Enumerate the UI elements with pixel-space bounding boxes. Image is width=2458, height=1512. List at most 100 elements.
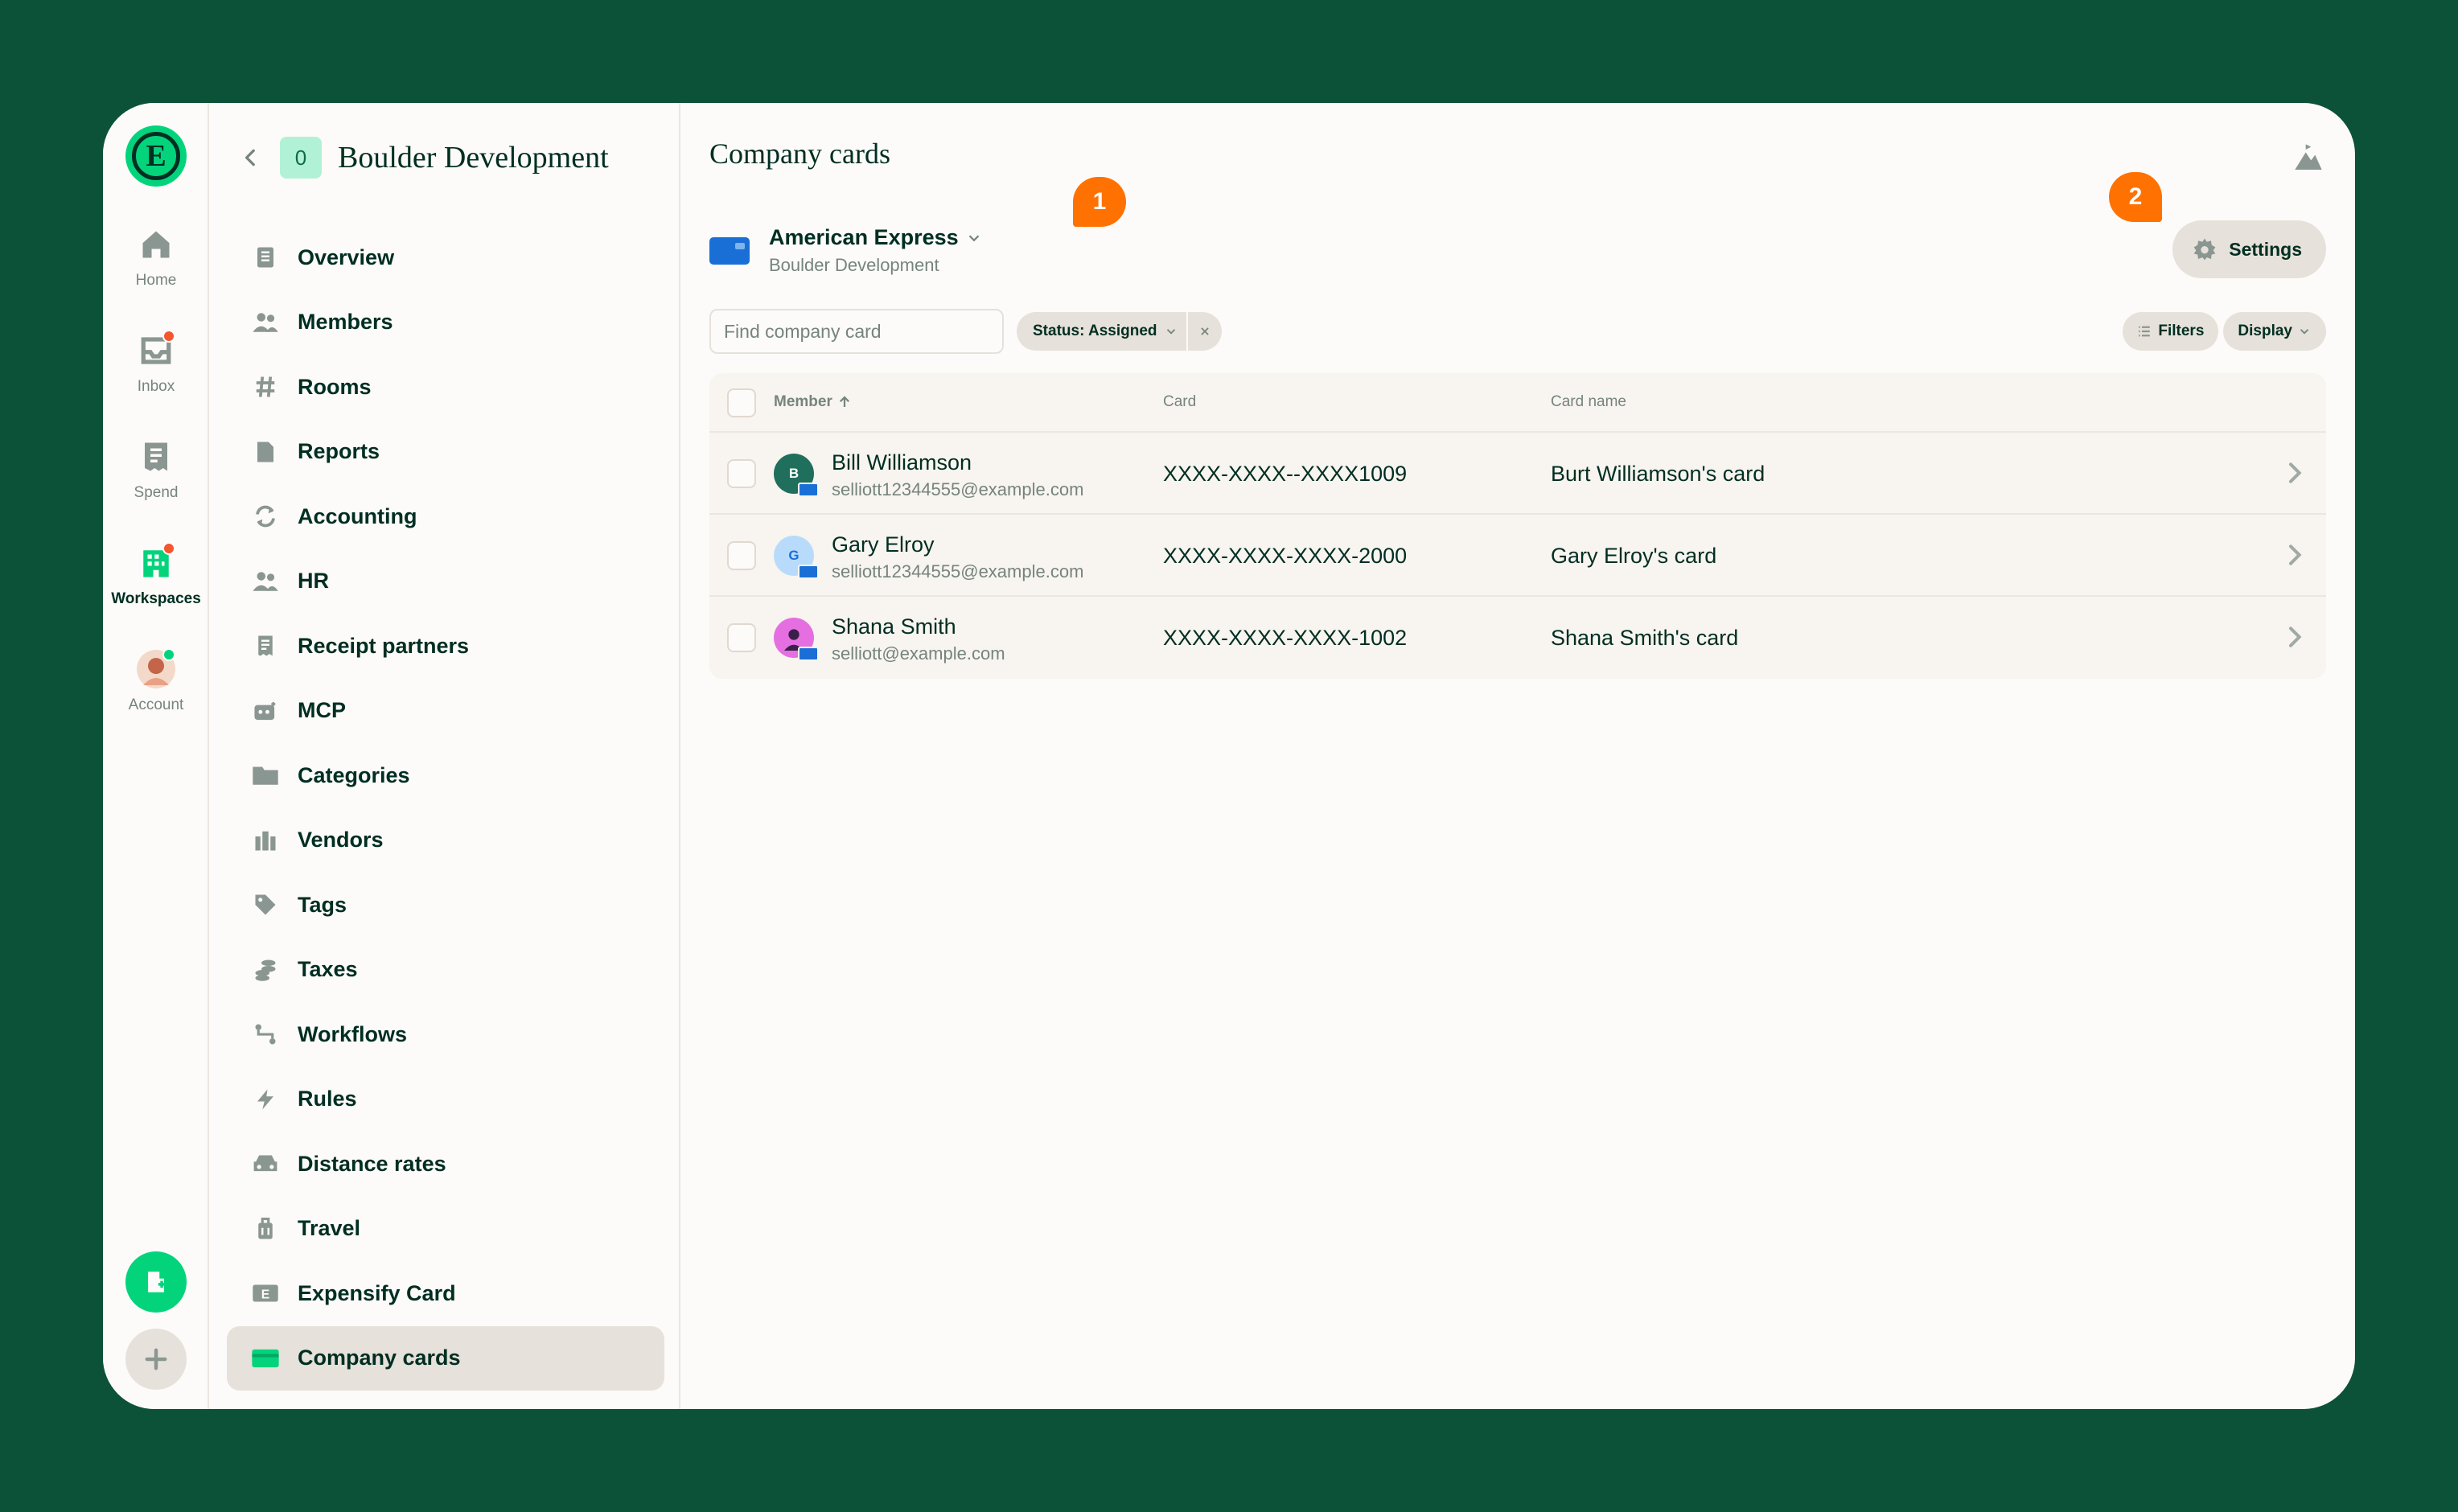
display-label: Display [2238, 323, 2292, 339]
notification-dot [162, 542, 175, 555]
menu-item-distance-rates[interactable]: Distance rates [227, 1132, 664, 1197]
menu-item-members[interactable]: Members [227, 290, 664, 355]
menu-item-rules[interactable]: Rules [227, 1067, 664, 1132]
rail-label: Account [128, 696, 184, 713]
back-button[interactable] [238, 145, 264, 171]
menu-item-receipt-partners[interactable]: Receipt partners [227, 614, 664, 679]
company-cards-table: Member Card Card name B Bill Williamson … [709, 373, 2326, 679]
row-checkbox[interactable] [727, 459, 756, 488]
filter-icon [2139, 326, 2151, 337]
building-icon [251, 826, 280, 855]
filters-button[interactable]: Filters [2123, 312, 2219, 351]
workspace-avatar: 0 [280, 137, 322, 179]
rail-item-spend[interactable]: Spend [103, 438, 209, 502]
table-row[interactable]: G Gary Elroy selliott12344555@example.co… [709, 515, 2326, 597]
rail-item-inbox[interactable]: Inbox [103, 330, 209, 396]
mountain-flag-icon[interactable] [2292, 142, 2324, 174]
credit-card-icon [251, 1344, 280, 1373]
menu-label: Rules [298, 1087, 357, 1111]
menu-label: Categories [298, 762, 410, 787]
menu-item-company-cards[interactable]: Company cards [227, 1325, 664, 1391]
search-input[interactable] [709, 309, 1004, 354]
menu-item-rooms[interactable]: Rooms [227, 355, 664, 420]
expensify-logo[interactable]: E [125, 125, 187, 187]
menu-item-categories[interactable]: Categories [227, 743, 664, 808]
create-button[interactable] [125, 1251, 187, 1313]
rail-item-account[interactable]: Account [103, 648, 209, 714]
menu-item-hr[interactable]: HR [227, 549, 664, 614]
annotation-badge: 2 [2109, 172, 2162, 222]
menu-item-reports[interactable]: Reports [227, 420, 664, 485]
rail-label: Inbox [137, 378, 175, 395]
rail-item-workspaces[interactable]: Workspaces [103, 542, 209, 608]
menu-item-mcp[interactable]: MCP [227, 679, 664, 744]
logo-letter: E [132, 132, 180, 180]
table-row[interactable]: B Bill Williamson selliott12344555@examp… [709, 433, 2326, 515]
member-name: Bill Williamson [832, 450, 972, 475]
arrow-up-icon [839, 396, 849, 407]
menu-item-expensify-card[interactable]: E Expensify Card [227, 1261, 664, 1326]
feed-name: American Express [769, 225, 959, 249]
table-toolbar: Status: Assigned Filters Display [709, 309, 2326, 354]
row-checkbox[interactable] [727, 541, 756, 570]
column-header-card[interactable]: Card [1163, 393, 1196, 411]
menu-label: Rooms [298, 374, 372, 399]
menu-item-tags[interactable]: Tags [227, 873, 664, 938]
feed-name-row: American Express [769, 225, 983, 250]
display-button[interactable]: Display [2223, 312, 2326, 351]
row-checkbox[interactable] [727, 623, 756, 652]
menu-label: MCP [298, 698, 346, 723]
avatar: G [774, 536, 819, 579]
notification-dot [162, 330, 175, 343]
feed-workspace: Boulder Development [769, 255, 939, 275]
menu-label: HR [298, 569, 329, 594]
card-number: XXXX-XXXX-XXXX-1002 [1163, 626, 1408, 650]
status-filter-chip[interactable]: Status: Assigned [1017, 312, 1222, 351]
menu-item-accounting[interactable]: Accounting [227, 484, 664, 549]
column-header-member[interactable]: Member [774, 393, 852, 411]
chevron-down-icon [1166, 329, 1175, 335]
card-name: Gary Elroy's card [1551, 544, 1717, 568]
settings-label: Settings [2229, 238, 2302, 260]
status-dot [162, 648, 175, 661]
svg-text:E: E [261, 1288, 269, 1302]
menu-label: Reports [298, 439, 380, 464]
rail-label: Spend [134, 484, 179, 501]
settings-button[interactable]: Settings [2172, 220, 2326, 278]
column-label: Member [774, 393, 832, 410]
menu-item-vendors[interactable]: Vendors [227, 808, 664, 873]
filter-chip-label-wrap[interactable]: Status: Assigned [1017, 312, 1186, 351]
member-email: selliott12344555@example.com [832, 479, 1084, 499]
add-button[interactable] [125, 1329, 187, 1390]
column-header-card-name[interactable]: Card name [1551, 393, 1626, 411]
member-email: selliott@example.com [832, 643, 1005, 664]
main-content: Company cards American Express Boulder D… [680, 103, 2355, 1409]
menu-item-travel[interactable]: Travel [227, 1197, 664, 1262]
menu-item-taxes[interactable]: Taxes [227, 938, 664, 1003]
menu-item-overview[interactable]: Overview [227, 225, 664, 290]
menu-item-workflows[interactable]: Workflows [227, 1002, 664, 1067]
menu-label: Workflows [298, 1021, 408, 1046]
annotation-badge: 1 [1073, 177, 1126, 227]
sidebar-header: 0 Boulder Development [238, 135, 609, 180]
chevron-right-icon [2289, 627, 2302, 647]
card-badge-icon [798, 565, 819, 579]
car-icon [251, 1149, 280, 1178]
app-window: E Home Inbox Spend Workspaces Account 0 … [103, 103, 2355, 1409]
users-icon [251, 308, 280, 337]
menu-label: Expensify Card [298, 1280, 456, 1305]
select-all-checkbox[interactable] [727, 388, 756, 417]
member-email: selliott12344555@example.com [832, 561, 1084, 581]
member-name: Gary Elroy [832, 532, 935, 557]
menu-label: Travel [298, 1216, 361, 1241]
card-feed-selector[interactable]: American Express Boulder Development [709, 225, 983, 276]
table-row[interactable]: Shana Smith selliott@example.com XXXX-XX… [709, 597, 2326, 679]
filter-chip-label: Status: Assigned [1033, 323, 1157, 339]
clear-filter-button[interactable] [1186, 312, 1222, 351]
plus-icon [145, 1348, 167, 1370]
rail-label: Home [135, 272, 177, 289]
avatar-initial: B [788, 466, 799, 481]
rail-item-home[interactable]: Home [103, 225, 209, 290]
expensify-card-icon: E [251, 1279, 280, 1308]
receipt-icon [251, 631, 280, 660]
